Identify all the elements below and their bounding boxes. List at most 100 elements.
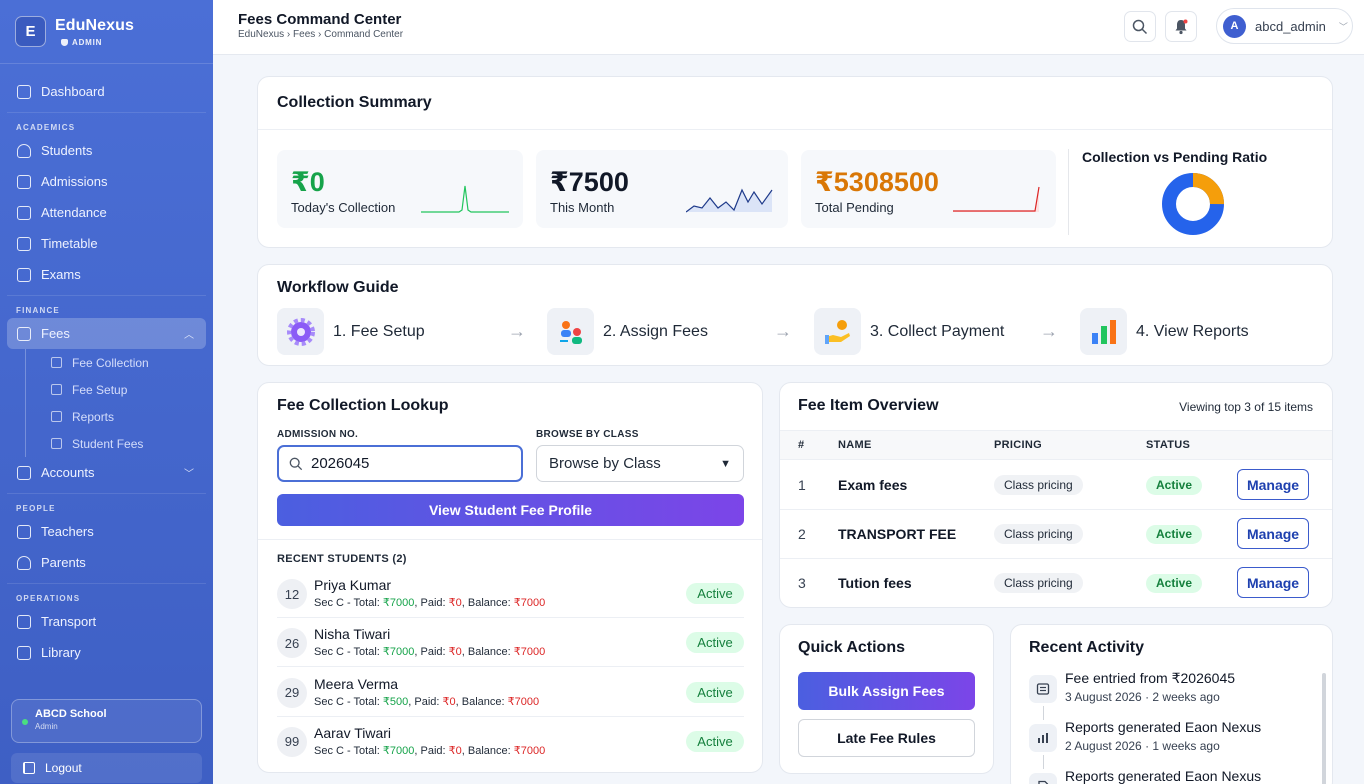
pricing-badge: Class pricing: [994, 573, 1083, 593]
manage-button[interactable]: Manage: [1237, 469, 1309, 500]
admission-search-field[interactable]: [277, 445, 523, 482]
page-title: Fees Command Center: [238, 11, 402, 28]
card-title: Fee Item Overview: [798, 397, 939, 414]
chevron-up-icon: ︿: [184, 330, 194, 341]
fee-prefix: Sec C - Total:: [314, 695, 383, 708]
sidebar-item-exams[interactable]: Exams: [7, 259, 206, 290]
fee-item-name: TRANSPORT FEE: [838, 526, 957, 542]
status-badge: Active: [1146, 476, 1203, 495]
receipt-icon: [1029, 675, 1057, 703]
sidebar-item-timetable[interactable]: Timetable: [7, 228, 206, 259]
fee-item-name: Tution fees: [838, 575, 912, 591]
sidebar-item-transport[interactable]: Transport: [7, 606, 206, 637]
sidebar-subitem-student-fees[interactable]: Student Fees: [25, 430, 206, 457]
row-number: 3: [798, 575, 806, 591]
sidebar-subitem-fee-setup[interactable]: Fee Setup: [25, 376, 206, 403]
sidebar-item-teachers[interactable]: Teachers: [7, 516, 206, 547]
select-value: Browse by Class: [549, 455, 661, 472]
manage-button[interactable]: Manage: [1237, 518, 1309, 549]
activity-scrollbar[interactable]: [1322, 673, 1326, 784]
workflow-step-label: 1. Fee Setup: [333, 322, 425, 340]
breadcrumb-item[interactable]: Fees: [293, 29, 315, 40]
search-icon: [1132, 19, 1148, 34]
timetable-icon: [17, 236, 31, 251]
stat-total-pending: ₹5308500 Total Pending: [801, 150, 1056, 228]
brand-logo[interactable]: E: [15, 16, 46, 47]
activity-text: Reports generated Eaon Nexus: [1065, 719, 1262, 735]
student-fee-summary: Sec C - Total: ₹7000, Paid: ₹0, Balance:…: [314, 645, 545, 658]
pricing-badge: Class pricing: [994, 524, 1083, 544]
sidebar-item-label: Parents: [41, 555, 86, 570]
manage-button[interactable]: Manage: [1237, 567, 1309, 598]
column-header: PRICING: [994, 439, 1042, 451]
status-badge: Active: [1146, 525, 1203, 544]
sidebar-item-label: Exams: [41, 267, 81, 282]
fee-total: ₹7000: [382, 646, 415, 659]
sidebar-item-dashboard[interactable]: Dashboard: [7, 76, 206, 107]
divider: [1068, 149, 1069, 235]
workflow-step-collect-payment[interactable]: 3. Collect Payment: [814, 308, 1004, 355]
workflow-step-view-reports[interactable]: 4. View Reports: [1080, 308, 1249, 355]
sidebar-subitem-label: Fee Collection: [72, 355, 149, 370]
fee-balance-prefix: , Balance:: [455, 695, 508, 708]
sidebar-nav: Dashboard ACADEMICS Students Admissions …: [0, 64, 213, 668]
notifications-button[interactable]: [1165, 11, 1197, 42]
bar-chart-icon: [1080, 308, 1127, 355]
logout-button[interactable]: Logout: [11, 753, 202, 783]
row-number: 2: [798, 526, 806, 542]
sidebar-subitem-reports[interactable]: Reports: [25, 403, 206, 430]
calendar-icon: [17, 205, 31, 220]
activity-date: 2 August 2026: [1065, 739, 1142, 753]
sidebar-item-students[interactable]: Students: [7, 135, 206, 166]
search-icon: [289, 457, 303, 470]
stat-today-collection: ₹0 Today's Collection: [277, 150, 523, 228]
sidebar-item-label: Fees: [41, 326, 70, 341]
status-badge: Active: [1146, 574, 1203, 593]
roll-number: 26: [277, 628, 307, 659]
sidebar: E EduNexus ADMIN Dashboard ACADEMICS Stu…: [0, 0, 213, 784]
roll-number: 99: [277, 726, 307, 757]
sidebar-item-library[interactable]: Library: [7, 637, 206, 668]
breadcrumb-item[interactable]: EduNexus: [238, 29, 284, 40]
sidebar-item-label: Admissions: [41, 174, 108, 189]
sidebar-item-accounts[interactable]: Accounts ﹀: [7, 457, 206, 488]
student-name[interactable]: Meera Verma: [314, 676, 398, 692]
workflow-step-assign-fees[interactable]: 2. Assign Fees: [547, 308, 708, 355]
users-icon: [51, 438, 62, 449]
late-fee-rules-button[interactable]: Late Fee Rules: [798, 719, 975, 757]
view-student-fee-profile-button[interactable]: View Student Fee Profile: [277, 494, 744, 526]
student-fee-summary: Sec C - Total: ₹500, Paid: ₹0, Balance: …: [314, 695, 539, 708]
student-name[interactable]: Aarav Tiwari: [314, 725, 391, 741]
card-title: Quick Actions: [798, 639, 905, 656]
fee-paid: ₹0: [442, 695, 456, 708]
fee-prefix: Sec C - Total:: [314, 597, 383, 609]
sidebar-item-admissions[interactable]: Admissions: [7, 166, 206, 197]
stat-value: ₹5308500: [815, 167, 939, 197]
student-name[interactable]: Nisha Tiwari: [314, 626, 390, 642]
sidebar-item-fees[interactable]: Fees ︿: [7, 318, 206, 349]
settings-icon: [51, 384, 62, 395]
fee-balance-prefix: , Balance:: [461, 744, 514, 757]
sidebar-subitem-fee-collection[interactable]: Fee Collection: [25, 349, 206, 376]
student-row[interactable]: 12 Priya Kumar Sec C - Total: ₹7000, Paid:…: [277, 569, 744, 618]
student-row[interactable]: 26 Nisha Tiwari Sec C - Total: ₹7000, Paid…: [277, 618, 744, 668]
logout-icon: [23, 762, 35, 774]
student-row[interactable]: 29 Meera Verma Sec C - Total: ₹500, Paid: …: [277, 668, 744, 717]
school-card[interactable]: ABCD School Admin: [11, 699, 202, 743]
table-row: 3 Tution fees Class pricing Active Manage: [780, 559, 1332, 607]
bulk-assign-fees-button[interactable]: Bulk Assign Fees: [798, 672, 975, 710]
admission-input[interactable]: [311, 455, 501, 472]
table-header: # NAME PRICING STATUS: [780, 430, 1332, 460]
fee-paid: ₹0: [448, 744, 462, 757]
sidebar-item-attendance[interactable]: Attendance: [7, 197, 206, 228]
user-menu[interactable]: A abcd_admin ﹀: [1216, 8, 1353, 44]
stat-label: This Month: [550, 200, 615, 215]
sparkline-today: [421, 185, 509, 213]
workflow-step-fee-setup[interactable]: 1. Fee Setup: [277, 308, 425, 355]
search-button[interactable]: [1124, 11, 1156, 42]
browse-class-select[interactable]: Browse by Class ▼: [536, 445, 744, 482]
student-name[interactable]: Priya Kumar: [314, 577, 391, 593]
assign-people-icon: [547, 308, 594, 355]
student-row[interactable]: 99 Aarav Tiwari Sec C - Total: ₹7000, Paid…: [277, 717, 744, 766]
sidebar-item-parents[interactable]: Parents: [7, 547, 206, 578]
